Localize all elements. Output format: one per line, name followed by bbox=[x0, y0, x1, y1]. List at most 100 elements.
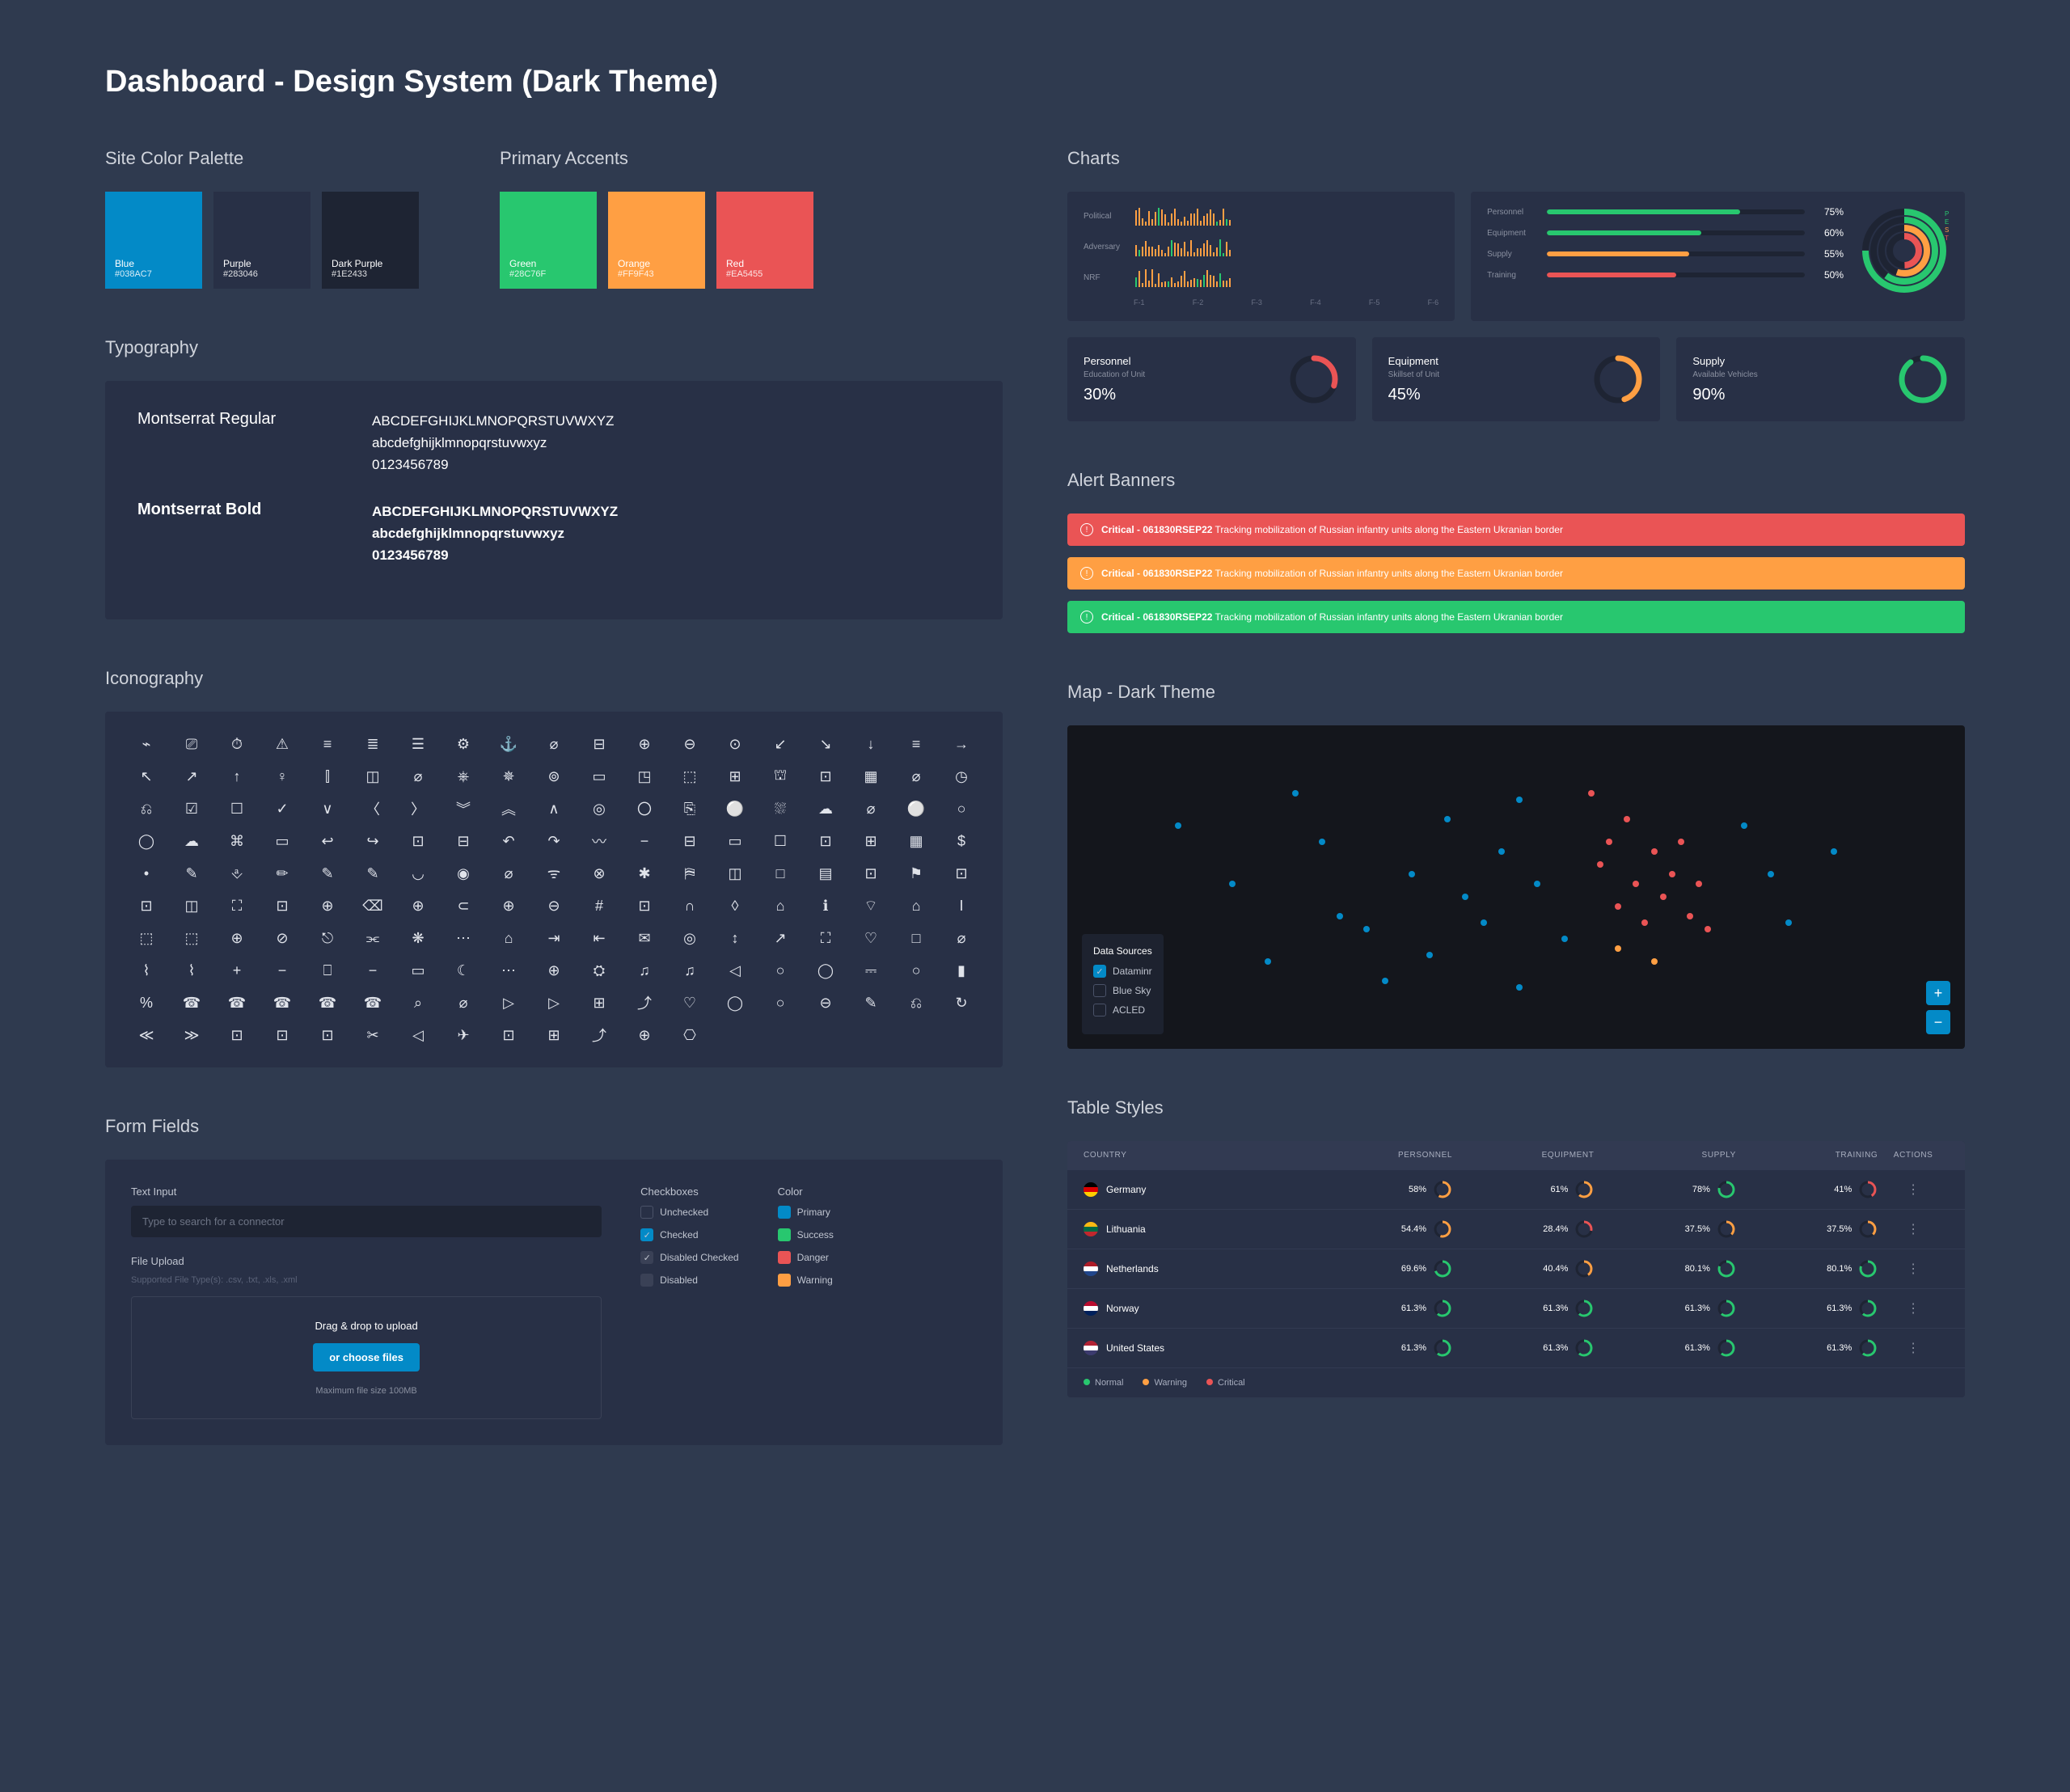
choose-files-button[interactable]: or choose files bbox=[313, 1343, 420, 1371]
icon: ◡ bbox=[399, 864, 437, 883]
row-actions-button[interactable]: ⋮ bbox=[1878, 1181, 1949, 1198]
icon: ⚓ bbox=[490, 734, 527, 754]
icon: ◁ bbox=[716, 961, 754, 980]
icon: ✉ bbox=[626, 928, 663, 948]
icon: ⊞ bbox=[716, 767, 754, 786]
icon: ↻ bbox=[943, 993, 980, 1012]
icon: ᯤ bbox=[535, 864, 572, 883]
icon: ⌕ bbox=[399, 993, 437, 1012]
icon: ⌀ bbox=[445, 993, 482, 1012]
icon: ⬚ bbox=[128, 928, 165, 948]
icon: ▦ bbox=[898, 831, 935, 851]
font-bold-sample: ABCDEFGHIJKLMNOPQRSTUVWXYZabcdefghijklmn… bbox=[372, 501, 618, 567]
upload-label: File Upload bbox=[131, 1255, 602, 1267]
icon: ✵ bbox=[490, 767, 527, 786]
icon: ⊞ bbox=[581, 993, 618, 1012]
checkbox: ✓ bbox=[640, 1251, 653, 1264]
checkbox[interactable]: ✓ bbox=[640, 1228, 653, 1241]
color-chip bbox=[778, 1274, 791, 1287]
icon: ≡ bbox=[309, 734, 346, 754]
icon: ⬚ bbox=[173, 928, 210, 948]
icon: ⊟ bbox=[445, 831, 482, 851]
icon: ⌁ bbox=[128, 734, 165, 754]
icon: ◯ bbox=[716, 993, 754, 1012]
map-source-checkbox[interactable]: ✓ bbox=[1093, 965, 1106, 978]
row-actions-button[interactable]: ⋮ bbox=[1878, 1340, 1949, 1356]
map-container[interactable]: Data Sources ✓DataminrBlue SkyACLED + − bbox=[1067, 725, 1965, 1049]
icon: ⊞ bbox=[535, 1025, 572, 1045]
icon: ⊗ bbox=[581, 864, 618, 883]
icon: ☎ bbox=[173, 993, 210, 1012]
checkbox[interactable] bbox=[640, 1206, 653, 1219]
icon: ☐ bbox=[762, 831, 799, 851]
icon: ⌀ bbox=[535, 734, 572, 754]
icon-grid: ⌁⎚⏱⚠≡≣☰⚙⚓⌀⊟⊕⊖⊙↙↘↓≡→↖↗↑♀⫿◫⌀⎈✵⊚▭◳⬚⊞⛫⊡▦⌀◷⎌☑… bbox=[105, 712, 1003, 1067]
font-regular-name: Montserrat Regular bbox=[137, 410, 323, 476]
icon: ⇤ bbox=[581, 928, 618, 948]
icon: ⎀ bbox=[218, 864, 256, 883]
font-bold-name: Montserrat Bold bbox=[137, 501, 323, 567]
checkbox bbox=[640, 1274, 653, 1287]
checkboxes-title: Checkboxes bbox=[640, 1186, 738, 1198]
map-source-checkbox[interactable] bbox=[1093, 1004, 1106, 1016]
map-zoom-out-button[interactable]: − bbox=[1926, 1010, 1950, 1034]
icon: ⊡ bbox=[943, 864, 980, 883]
icon: • bbox=[128, 864, 165, 883]
icon: ⎋ bbox=[309, 928, 346, 948]
icon: ⊙ bbox=[716, 734, 754, 754]
icon: ◫ bbox=[173, 896, 210, 915]
icon: → bbox=[943, 734, 980, 754]
icon: ⊡ bbox=[264, 1025, 301, 1045]
upload-hint: Supported File Type(s): .csv, .txt, .xls… bbox=[131, 1275, 602, 1285]
icon: ⚪ bbox=[898, 799, 935, 818]
alert-banner: !Critical - 061830RSEP22 Tracking mobili… bbox=[1067, 601, 1965, 633]
icon: ⊡ bbox=[490, 1025, 527, 1045]
section-charts: Charts bbox=[1067, 148, 1965, 169]
icon: ◫ bbox=[354, 767, 391, 786]
icon: % bbox=[128, 993, 165, 1012]
icon: ▭ bbox=[399, 961, 437, 980]
icon: ☎ bbox=[218, 993, 256, 1012]
icon: □ bbox=[898, 928, 935, 948]
upload-dropzone[interactable]: Drag & drop to upload or choose files Ma… bbox=[131, 1296, 602, 1419]
icon: ⊟ bbox=[671, 831, 708, 851]
icon: ⋯ bbox=[490, 961, 527, 980]
section-map: Map - Dark Theme bbox=[1067, 682, 1965, 703]
icon: 〈 bbox=[354, 799, 391, 818]
icon: ☁ bbox=[807, 799, 844, 818]
svg-text:E: E bbox=[1945, 218, 1949, 226]
icon: ✎ bbox=[309, 864, 346, 883]
row-actions-button[interactable]: ⋮ bbox=[1878, 1300, 1949, 1317]
icon: ⊡ bbox=[309, 1025, 346, 1045]
icon: ⊕ bbox=[490, 896, 527, 915]
icon: ▭ bbox=[716, 831, 754, 851]
search-input[interactable] bbox=[131, 1206, 602, 1237]
icon: ⏱ bbox=[218, 734, 256, 754]
icon: ◁ bbox=[399, 1025, 437, 1045]
icon: ✓ bbox=[264, 799, 301, 818]
icon: ⚪ bbox=[716, 799, 754, 818]
icon: ⌀ bbox=[898, 767, 935, 786]
row-actions-button[interactable]: ⋮ bbox=[1878, 1261, 1949, 1277]
icon: ≡ bbox=[898, 734, 935, 754]
section-alerts: Alert Banners bbox=[1067, 470, 1965, 491]
map-source-checkbox[interactable] bbox=[1093, 984, 1106, 997]
icon: ︽ bbox=[490, 799, 527, 818]
map-zoom-in-button[interactable]: + bbox=[1926, 981, 1950, 1005]
icon: ♡ bbox=[671, 993, 708, 1012]
icon: ⎌ bbox=[898, 993, 935, 1012]
map-legend: Data Sources ✓DataminrBlue SkyACLED bbox=[1082, 934, 1164, 1034]
icon: ⛶ bbox=[807, 928, 844, 948]
icon: ⛿ bbox=[671, 864, 708, 883]
icon: ◯ bbox=[128, 831, 165, 851]
icon: ⌀ bbox=[490, 864, 527, 883]
icon: # bbox=[581, 896, 618, 915]
icon: ✂ bbox=[354, 1025, 391, 1045]
icon: ⊕ bbox=[535, 961, 572, 980]
icon: ⊂ bbox=[445, 896, 482, 915]
icon: ▤ bbox=[807, 864, 844, 883]
icon: ▷ bbox=[490, 993, 527, 1012]
color-swatch: Dark Purple#1E2433 bbox=[322, 192, 419, 289]
row-actions-button[interactable]: ⋮ bbox=[1878, 1221, 1949, 1237]
svg-text:T: T bbox=[1945, 235, 1949, 242]
